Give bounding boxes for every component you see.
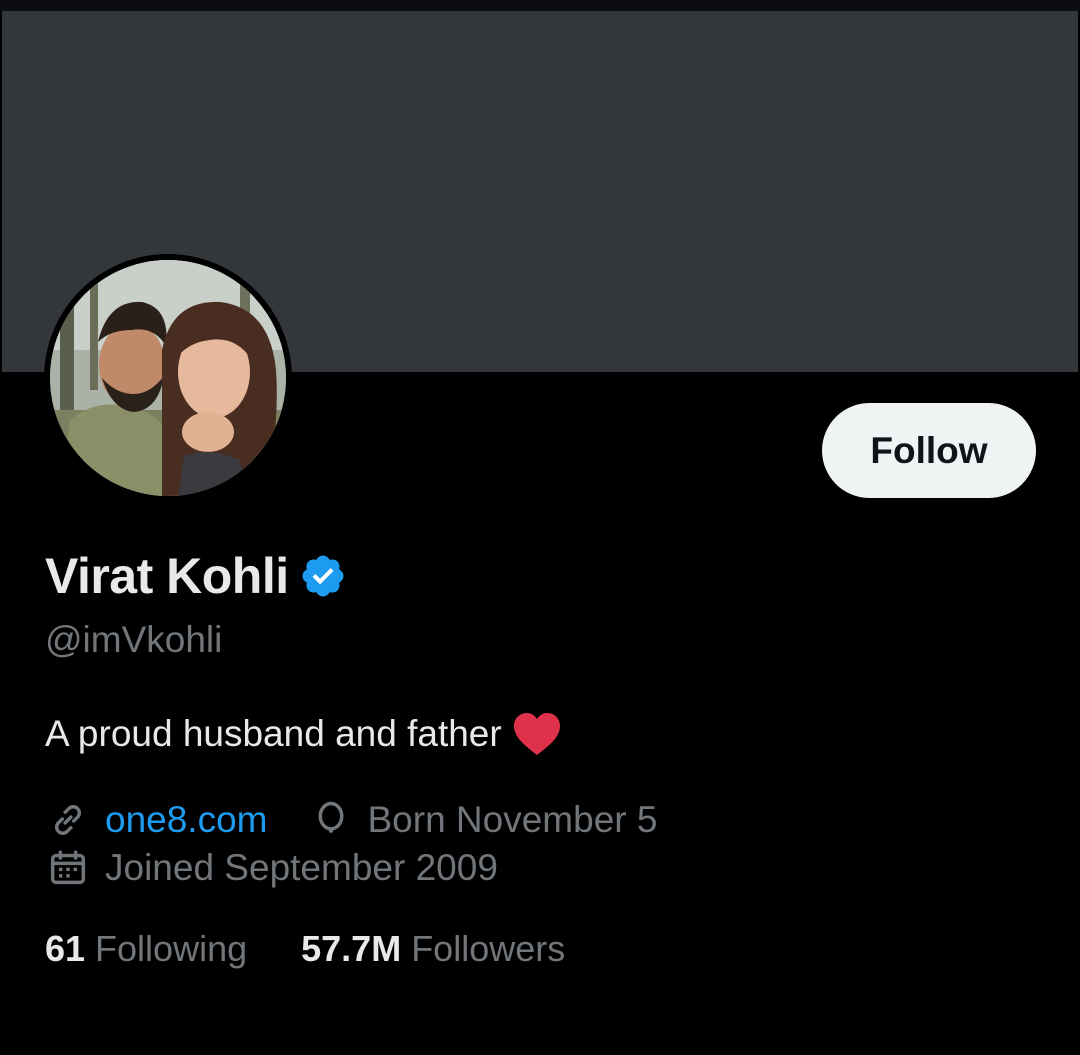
following-count: 61 bbox=[45, 928, 86, 969]
follow-button[interactable]: Follow bbox=[822, 403, 1036, 498]
name-row: Virat Kohli bbox=[45, 544, 347, 608]
profile-handle: @imVkohli bbox=[45, 619, 223, 660]
website-link[interactable]: one8.com bbox=[105, 797, 268, 843]
avatar-photo bbox=[50, 260, 286, 496]
birthday-text: Born November 5 bbox=[367, 799, 658, 840]
profile-bio: A proud husband and father bbox=[45, 710, 562, 758]
verified-badge-icon[interactable] bbox=[299, 552, 347, 600]
bio-text: A proud husband and father bbox=[45, 713, 502, 754]
profile-page: Follow Virat Kohli @imVkohli A proud hus… bbox=[0, 0, 1080, 1055]
profile-stats: 61 Following 57.7M Followers bbox=[45, 925, 565, 973]
followers-count: 57.7M bbox=[301, 928, 402, 969]
followers-label: Followers bbox=[411, 928, 566, 969]
heart-icon bbox=[512, 711, 562, 757]
following-label: Following bbox=[95, 928, 248, 969]
profile-meta-row-2: Joined September 2009 bbox=[45, 845, 498, 891]
link-icon bbox=[45, 797, 91, 843]
followers-link[interactable]: 57.7M Followers bbox=[301, 925, 565, 973]
calendar-icon bbox=[45, 845, 91, 891]
display-name: Virat Kohli bbox=[45, 548, 289, 604]
joined-date: Joined September 2009 bbox=[105, 847, 498, 888]
status-strip bbox=[0, 0, 1080, 11]
following-link[interactable]: 61 Following bbox=[45, 925, 247, 973]
profile-meta-row-1: one8.com Born November 5 bbox=[45, 797, 657, 843]
balloon-icon bbox=[308, 797, 354, 843]
avatar[interactable] bbox=[44, 254, 292, 502]
